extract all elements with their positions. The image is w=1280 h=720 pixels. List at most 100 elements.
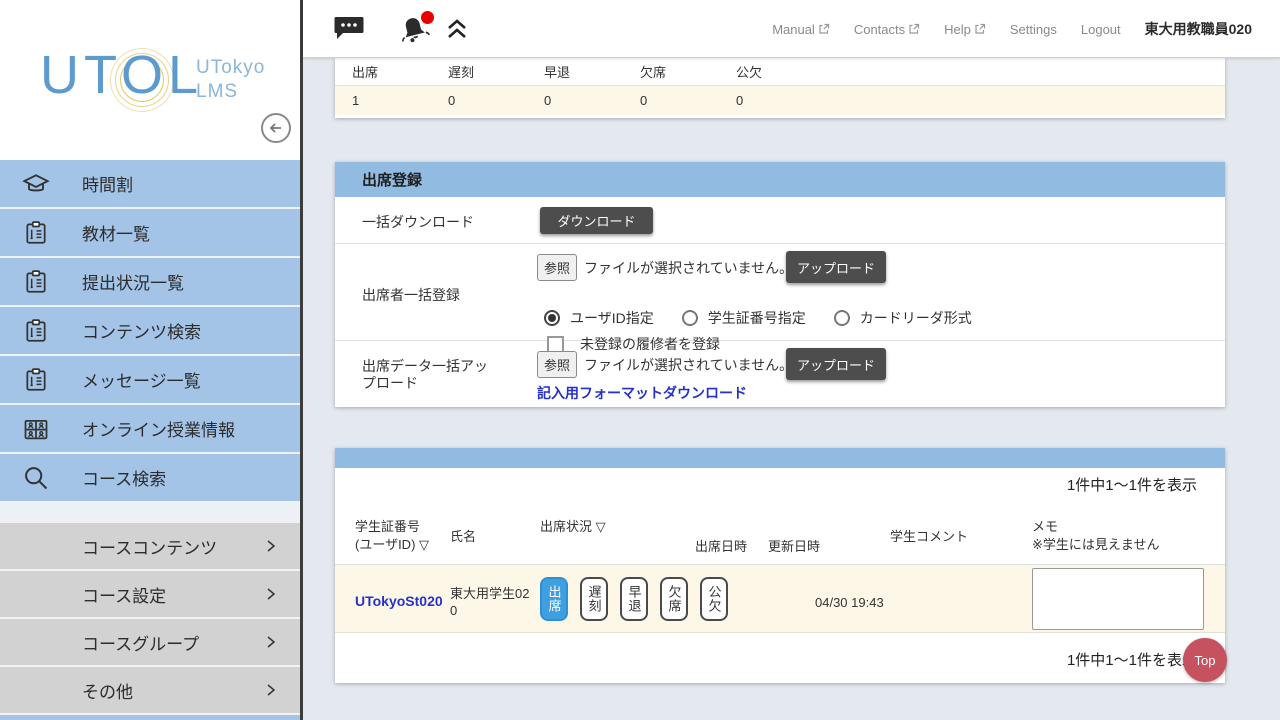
attendance-data-upload-label: 出席データ一括アップロード	[362, 358, 497, 392]
clipboard-icon	[22, 268, 50, 296]
nav-link-label: Settings	[1010, 22, 1057, 37]
column-student-id[interactable]: 学生証番号 (ユーザID) ▽	[355, 518, 429, 554]
student-attendance-panel: 1件中1〜1件を表示 学生証番号 (ユーザID) ▽ 氏名 出席状況 ▽ 出席日…	[335, 448, 1225, 683]
no-file-selected-text: ファイルが選択されていません。	[584, 258, 793, 278]
collapse-sidebar-button[interactable]	[261, 113, 291, 143]
attendee-bulk-register-row: 出席者一括登録 参照 ファイルが選択されていません。 アップロード ユーザID指…	[335, 244, 1225, 341]
radio-label: 学生証番号指定	[708, 308, 806, 328]
notifications-bell-icon[interactable]	[397, 14, 431, 46]
external-link-icon	[974, 23, 986, 35]
nav-link-logout[interactable]: Logout	[1081, 22, 1121, 37]
attendance-register-header: 出席登録	[335, 162, 1225, 197]
logo-subtitle-line1: UTokyo	[196, 56, 265, 80]
main-content: 出席 遅刻 早退 欠席 公欠 1 0 0 0 0 出席登録 一括ダウンロード ダ…	[303, 58, 1280, 720]
sidebar-item-label: 教材一覧	[82, 220, 150, 245]
upload-button[interactable]: アップロード	[786, 348, 886, 380]
radio-label: カードリーダ形式	[860, 308, 972, 328]
sidebar-item-label: 提出状況一覧	[82, 269, 184, 294]
chat-messages-icon[interactable]	[333, 14, 365, 42]
external-link-icon	[818, 23, 830, 35]
utol-logo-subtitle: UTokyo LMS	[196, 56, 265, 104]
summary-value-cell: 1	[352, 93, 448, 108]
radio-card-reader-format[interactable]	[834, 310, 850, 326]
radio-label: ユーザID指定	[570, 308, 654, 328]
column-update-time: 更新日時	[768, 538, 820, 556]
topbar-nav: Manual Contacts Help Settings Logout 東大用…	[772, 0, 1252, 58]
bulk-download-label: 一括ダウンロード	[362, 212, 474, 232]
sidebar-item-label: メッセージ一覧	[82, 367, 201, 392]
sidebar-item-label: コースグループ	[82, 630, 199, 655]
memo-textarea[interactable]	[1032, 568, 1204, 630]
sidebar-item-course-group[interactable]: コースグループ	[0, 619, 300, 667]
summary-header-cell: 早退	[544, 62, 640, 81]
radio-user-id[interactable]	[544, 310, 560, 326]
summary-value-cell: 0	[640, 93, 736, 108]
download-button[interactable]: ダウンロード	[540, 207, 653, 234]
sidebar-item-label: コース検索	[82, 465, 166, 490]
nav-link-label: Help	[944, 22, 971, 37]
column-label: メモ	[1032, 518, 1160, 536]
nav-link-settings[interactable]: Settings	[1010, 22, 1057, 37]
id-type-radio-group: ユーザID指定 学生証番号指定 カードリーダ形式	[544, 308, 972, 328]
column-note: ※学生には見えません	[1032, 536, 1160, 554]
status-button-early-leave[interactable]: 早退	[620, 577, 648, 621]
sidebar-item-course-contents[interactable]: コースコンテンツ	[0, 523, 300, 571]
nav-link-label: Manual	[772, 22, 815, 37]
sidebar-item-label: コンテンツ検索	[82, 318, 201, 343]
column-label-sortable: (ユーザID) ▽	[355, 536, 429, 554]
student-table-header-row: 学生証番号 (ユーザID) ▽ 氏名 出席状況 ▽ 出席日時 更新日時 学生コメ…	[335, 510, 1225, 565]
column-attend-time: 出席日時	[695, 538, 747, 556]
chevron-right-icon	[264, 635, 278, 649]
search-icon	[22, 464, 50, 492]
graduation-cap-icon	[22, 170, 50, 198]
sidebar: UTOL UTokyo LMS 時間割 教材一覧 提出状況	[0, 0, 300, 720]
clipboard-icon	[22, 219, 50, 247]
upload-button[interactable]: アップロード	[786, 251, 886, 283]
nav-link-help[interactable]: Help	[944, 22, 986, 37]
sidebar-item-course-search[interactable]: コース検索	[0, 454, 300, 503]
sidebar-spacer	[0, 503, 300, 523]
current-user-name: 東大用教職員020	[1145, 19, 1252, 39]
summary-value-cell: 0	[736, 93, 832, 108]
sidebar-item-messages[interactable]: メッセージ一覧	[0, 356, 300, 405]
student-table-footer: 1件中1〜1件を表示	[335, 633, 1225, 683]
browse-file-button[interactable]: 参照	[537, 351, 577, 378]
sidebar-item-submission-status[interactable]: 提出状況一覧	[0, 258, 300, 307]
external-link-icon	[908, 23, 920, 35]
summary-value-cell: 0	[448, 93, 544, 108]
summary-header-cell: 遅刻	[448, 62, 544, 81]
status-button-late[interactable]: 遅刻	[580, 577, 608, 621]
chevron-right-icon	[264, 587, 278, 601]
sidebar-item-course-settings[interactable]: コース設定	[0, 571, 300, 619]
sidebar-item-materials[interactable]: 教材一覧	[0, 209, 300, 258]
sidebar-item-label: 時間割	[82, 171, 133, 196]
clipboard-icon	[22, 366, 50, 394]
browse-file-button[interactable]: 参照	[537, 254, 577, 281]
attendance-summary-table: 出席 遅刻 早退 欠席 公欠 1 0 0 0 0	[335, 58, 1225, 118]
attendance-register-panel: 出席登録 一括ダウンロード ダウンロード 出席者一括登録 参照 ファイルが選択さ…	[335, 162, 1225, 407]
status-button-absent[interactable]: 欠席	[660, 577, 688, 621]
result-count-text: 1件中1〜1件を表示	[1067, 649, 1197, 670]
radio-student-card-number[interactable]	[682, 310, 698, 326]
column-label: 学生証番号	[355, 518, 429, 536]
nav-link-contacts[interactable]: Contacts	[854, 22, 920, 37]
column-attendance-status[interactable]: 出席状況 ▽	[540, 518, 606, 536]
status-button-present[interactable]: 出席	[540, 577, 568, 621]
student-id-link[interactable]: UTokyoSt020	[355, 593, 443, 609]
sidebar-item-others[interactable]: その他	[0, 667, 300, 715]
student-table-header-bar	[335, 448, 1225, 468]
back-arrow-icon	[268, 120, 284, 136]
sidebar-item-content-search[interactable]: コンテンツ検索	[0, 307, 300, 356]
attend-time-value: 04/30 19:43	[815, 595, 884, 610]
nav-link-manual[interactable]: Manual	[772, 22, 830, 37]
clipboard-icon	[22, 317, 50, 345]
status-button-excused-absence[interactable]: 公欠	[700, 577, 728, 621]
scroll-to-top-button[interactable]: Top	[1183, 638, 1227, 682]
collapse-topbar-icon[interactable]	[446, 17, 468, 41]
topbar: Manual Contacts Help Settings Logout 東大用…	[303, 0, 1280, 58]
sidebar-item-timetable[interactable]: 時間割	[0, 160, 300, 209]
format-download-link[interactable]: 記入用フォーマットダウンロード	[537, 383, 747, 403]
attendee-bulk-register-label: 出席者一括登録	[362, 285, 460, 305]
sidebar-item-online-class-info[interactable]: オンライン授業情報	[0, 405, 300, 454]
result-count-text: 1件中1〜1件を表示	[1067, 474, 1197, 495]
